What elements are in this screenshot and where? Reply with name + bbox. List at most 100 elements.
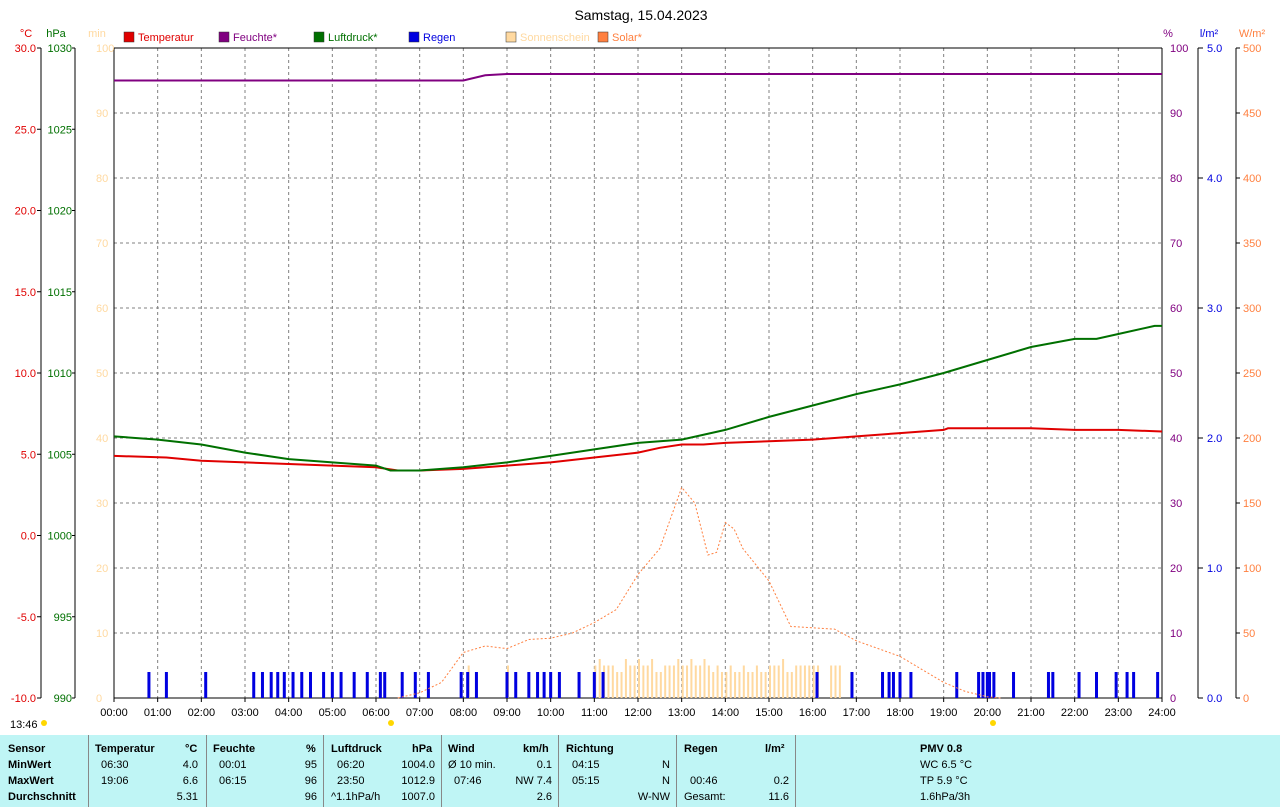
col-head-press: Luftdruck [331,743,382,755]
time-stamp: 13:46 [10,719,38,731]
x-tick-12: 12:00 [624,707,652,719]
hum-tick-3: 70 [1170,238,1182,250]
rain-bar-12 [330,672,334,698]
sun-bar [707,665,710,698]
sun-marker-icon [41,720,47,726]
rain-bar-16 [378,672,382,698]
sun-tick-4: 60 [96,303,108,315]
x-tick-22: 22:00 [1061,707,1089,719]
sun-bar [638,659,640,698]
rain-bar-5 [269,672,273,698]
solar-tick-2: 400 [1243,173,1261,185]
rain-max-time: 00:46 [690,775,718,787]
rain-bar-18 [400,672,404,698]
press-tick-7: 995 [54,612,72,624]
sun-bar [795,665,798,698]
col-head-dir: Richtung [566,743,614,755]
series-line-3 [397,486,1001,699]
sun-bar [734,672,737,698]
temp-max-time: 19:06 [101,775,129,787]
sun-bar [790,672,793,698]
sun-tick-7: 30 [96,498,108,510]
col-head-hum: Feuchte [213,743,256,755]
x-tick-19: 19:00 [930,707,958,719]
x-tick-7: 07:00 [406,707,434,719]
sun-bar [738,672,741,698]
press-tick-3: 1015 [48,287,72,299]
rain-bar-38 [891,672,895,698]
temp-tick-3: 15.0 [15,287,36,299]
rain-bar-55 [1156,672,1160,698]
legend-label-1: Feuchte* [233,32,278,44]
rain-bar-3 [252,672,256,698]
hum-tick-10: 0 [1170,693,1176,705]
rain-bar-7 [282,672,286,698]
sun-bar [764,672,767,698]
sun-bar [694,665,697,698]
sun-bar [651,659,654,698]
press-tick-8: 990 [54,693,72,705]
rain-bar-17 [383,672,387,698]
rain-unit: l/m² [1200,28,1219,40]
col-unit-rain: l/m² [765,743,785,755]
hum-avg: 96 [304,791,317,803]
sun-bar [616,672,619,698]
sun-bar [655,672,658,698]
rain-bar-37 [887,672,891,698]
sunshine-bars [467,659,841,698]
legend-label-5: Solar* [612,32,643,44]
rain-bar-14 [352,672,356,698]
sun-bar [786,672,789,698]
hum-tick-0: 100 [1170,43,1188,55]
legend-swatch-1 [218,31,230,43]
sun-bar [703,659,706,698]
row-label-max: MaxWert [8,775,54,787]
press-tick-5: 1005 [48,449,72,461]
rain-bar-50 [1077,672,1081,698]
rain-bar-45 [988,672,992,698]
hum-tick-9: 10 [1170,628,1182,640]
x-tick-8: 08:00 [450,707,478,719]
solar-tick-9: 50 [1243,628,1255,640]
pmv-tp: TP 5.9 °C [920,775,968,787]
hum-unit: % [1163,28,1173,40]
col-unit-temp: °C [185,743,198,755]
dir-max-time: 05:15 [572,775,600,787]
sun-bar [620,672,623,698]
sunrise-marker-icon [388,720,394,726]
legend-swatch-4 [505,31,517,43]
chart-title: Samstag, 15.04.2023 [574,7,707,23]
sun-bar [659,672,662,698]
solar-tick-1: 450 [1243,108,1261,120]
dir-max: N [662,775,670,787]
legend: Temperatur Feuchte* Luftdruck* Regen Sonnens… [123,31,643,44]
axis-units: °C hPa min % l/m² W/m² [20,28,1266,40]
sun-bar [755,665,758,698]
press-tick-2: 1020 [48,206,72,218]
sun-bar [629,665,632,698]
x-tick-labels: 00:00 01:00 02:00 03:00 04:00 05:00 06:00 07:00… [100,698,1176,719]
temp-tick-0: 30.0 [15,43,36,55]
x-tick-10: 10:00 [537,707,565,719]
rain-bar-41 [955,672,959,698]
sun-tick-3: 70 [96,238,108,250]
rain-bar-30 [557,672,561,698]
x-tick-6: 06:00 [362,707,390,719]
rain-total-label: Gesamt: [684,791,726,803]
rain-bar-39 [898,672,902,698]
row-label-min: MinWert [8,759,52,771]
rain-bar-4 [260,672,264,698]
wind-max: NW 7.4 [515,775,552,787]
press-max: 1012.9 [401,775,435,787]
rain-bar-43 [981,672,985,698]
hum-tick-1: 90 [1170,108,1182,120]
x-tick-17: 17:00 [843,707,871,719]
sun-bar [773,665,776,698]
temp-tick-5: 5.0 [21,449,36,461]
sun-bar [712,672,715,698]
solar-tick-0: 500 [1243,43,1261,55]
sun-bar [812,665,815,698]
temp-unit: °C [20,28,32,40]
col-unit-press: hPa [412,743,433,755]
rain-max: 0.2 [773,775,789,787]
